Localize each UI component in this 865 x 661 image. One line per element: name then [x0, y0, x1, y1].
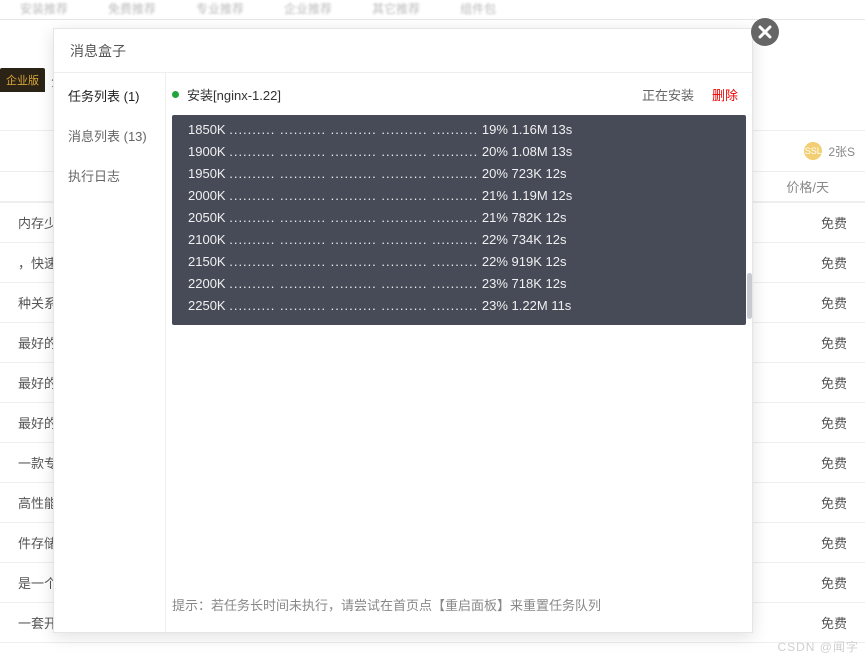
bg-tab[interactable]: 专业推荐: [196, 0, 244, 19]
log-line: 1900K .......... .......... .......... .…: [188, 141, 730, 163]
log-line: 2150K .......... .......... .......... .…: [188, 251, 730, 273]
sidebar-item-logs[interactable]: 执行日志: [54, 155, 165, 195]
bg-row-price: 免费: [821, 493, 847, 512]
bg-row-price: 免费: [821, 213, 847, 232]
shield-icon: SSL: [804, 142, 822, 160]
log-line: 2050K .......... .......... .......... .…: [188, 207, 730, 229]
sidebar-item-messages[interactable]: 消息列表 (13): [54, 115, 165, 155]
console-wrap: 1850K .......... .......... .......... .…: [172, 115, 746, 325]
log-line: 1850K .......... .......... .......... .…: [188, 119, 730, 141]
bg-row-price: 免费: [821, 253, 847, 272]
ssl-indicator: SSL 2张S: [804, 142, 855, 160]
log-line: 2250K .......... .......... .......... .…: [188, 295, 730, 317]
log-line: 2200K .......... .......... .......... .…: [188, 273, 730, 295]
message-box-modal: 消息盒子 任务列表 (1) 消息列表 (13) 执行日志 安装[nginx-1.…: [53, 28, 753, 633]
bg-row-price: 免费: [821, 293, 847, 312]
enterprise-badge: 企业版: [0, 68, 45, 92]
bg-row-price: 免费: [821, 613, 847, 632]
ssl-count: 2张S: [828, 143, 855, 160]
log-line: 2100K .......... .......... .......... .…: [188, 229, 730, 251]
spacer: [166, 325, 752, 595]
install-log-console[interactable]: 1850K .......... .......... .......... .…: [172, 115, 746, 325]
watermark: CSDN @闻字: [777, 638, 859, 655]
bg-tab[interactable]: 其它推荐: [372, 0, 420, 19]
modal-body: 任务列表 (1) 消息列表 (13) 执行日志 安装[nginx-1.22] 正…: [54, 73, 752, 632]
bg-row-price: 免费: [821, 453, 847, 472]
modal-title: 消息盒子: [54, 29, 752, 73]
bg-tab[interactable]: 安装推荐: [20, 0, 68, 19]
bg-row-price: 免费: [821, 533, 847, 552]
task-status: 正在安装: [642, 85, 694, 104]
bg-row-price: 免费: [821, 333, 847, 352]
bg-row-price: 免费: [821, 573, 847, 592]
status-dot-icon: [172, 91, 179, 98]
task-header: 安装[nginx-1.22] 正在安装 删除: [166, 73, 752, 115]
modal-sidebar: 任务列表 (1) 消息列表 (13) 执行日志: [54, 73, 166, 632]
log-line: 2000K .......... .......... .......... .…: [188, 185, 730, 207]
price-header: 价格/天: [786, 177, 847, 196]
bg-row-price: 免费: [821, 373, 847, 392]
bg-row-price: 免费: [821, 413, 847, 432]
bg-tab[interactable]: 组件包: [460, 0, 496, 19]
close-icon[interactable]: [751, 18, 779, 46]
bg-tabbar: 安装推荐 免费推荐 专业推荐 企业推荐 其它推荐 组件包: [0, 0, 865, 20]
task-delete-link[interactable]: 删除: [712, 85, 738, 104]
task-hint: 提示：若任务长时间未执行，请尝试在首页点【重启面板】来重置任务队列: [166, 595, 752, 632]
task-name: 安装[nginx-1.22]: [187, 85, 642, 104]
bg-tab[interactable]: 企业推荐: [284, 0, 332, 19]
scrollbar-thumb[interactable]: [747, 273, 752, 319]
modal-content: 安装[nginx-1.22] 正在安装 删除 1850K .......... …: [166, 73, 752, 632]
log-line: 1950K .......... .......... .......... .…: [188, 163, 730, 185]
bg-tab[interactable]: 免费推荐: [108, 0, 156, 19]
sidebar-item-tasks[interactable]: 任务列表 (1): [54, 75, 165, 115]
